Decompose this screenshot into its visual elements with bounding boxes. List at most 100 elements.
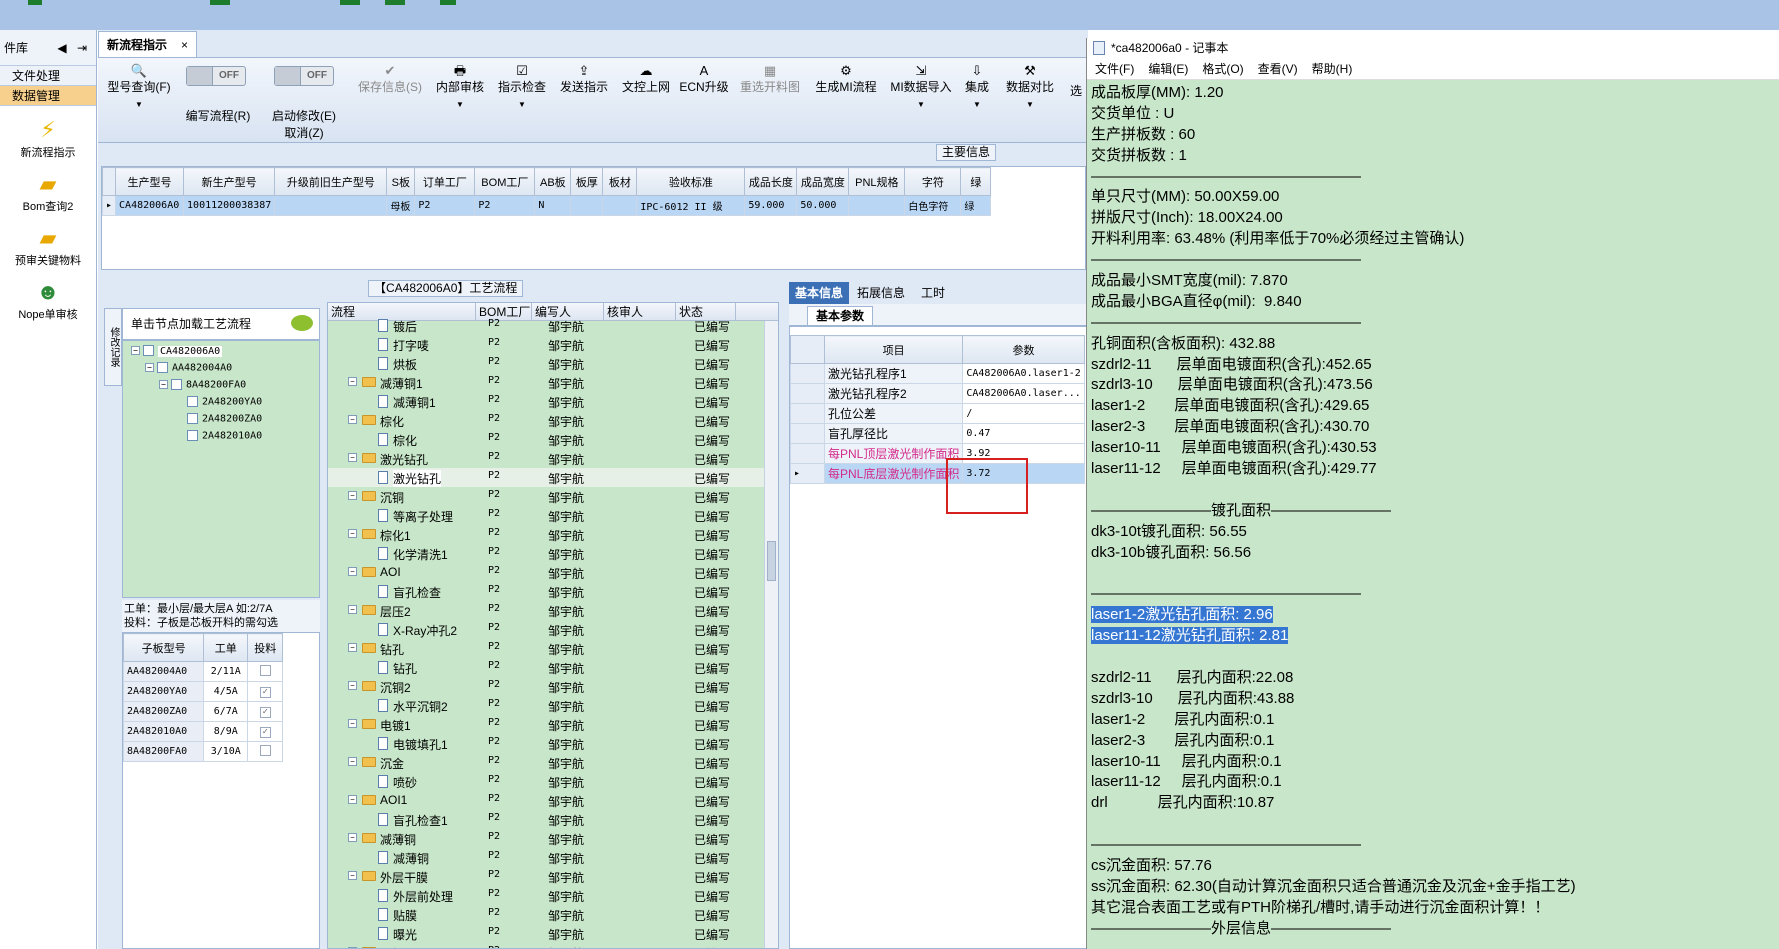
mi-import-button[interactable]: ⇲ MI数据导入 ▼ [888, 62, 954, 113]
param-column-header[interactable]: 项目 [823, 335, 964, 364]
tab-basic-info[interactable]: 基本信息 [789, 282, 850, 304]
flow-row[interactable]: 贴膜 P2 邹宇航 已编写 [328, 905, 778, 924]
param-value[interactable]: 0.47 [962, 423, 1085, 444]
column-header[interactable]: BOM工厂 [474, 167, 536, 196]
tab-work-hours[interactable]: 工时 [913, 282, 953, 304]
flow-row[interactable]: − AOI1 P2 邹宇航 已编写 [328, 791, 778, 810]
nav-new-process[interactable]: ⚡ 新流程指示 [0, 118, 96, 160]
flow-row[interactable]: 曝光 P2 邹宇航 已编写 [328, 924, 778, 943]
collapse-icon[interactable]: − [131, 346, 140, 355]
column-header[interactable]: 订单工厂 [414, 167, 476, 196]
param-row[interactable]: 孔位公差 / [790, 403, 1085, 424]
flow-row[interactable]: − 外层干膜 P2 邹宇航 已编写 [328, 867, 778, 886]
send-instruction-button[interactable]: ⇪ 发送指示 [556, 62, 612, 96]
node-checkbox[interactable] [187, 413, 198, 424]
doc-online-button[interactable]: ☁ 文控上网 [618, 62, 674, 96]
side-tab-change-log[interactable]: 修改记录 [104, 308, 122, 386]
flow-row[interactable]: X-Ray冲孔2 P2 邹宇航 已编写 [328, 620, 778, 639]
collapse-icon[interactable]: − [348, 833, 357, 842]
column-header[interactable]: 绿 [960, 167, 992, 196]
nav-pre-review[interactable]: ▰ 预审关键物料 [0, 226, 96, 268]
feed-checkbox[interactable] [259, 744, 271, 756]
collapse-arrow-icon[interactable]: ◀ [52, 41, 72, 55]
node-checkbox[interactable] [143, 345, 154, 356]
param-row[interactable]: 盲孔厚径比 0.47 [790, 423, 1085, 444]
notepad-menu-item[interactable]: 帮助(H) [1312, 58, 1353, 79]
flow-scrollbar[interactable] [764, 321, 778, 948]
param-column-header[interactable]: 参数 [962, 335, 1085, 364]
flow-row[interactable]: − 减薄铜1 P2 邹宇航 已编写 [328, 373, 778, 392]
sub-model-cell[interactable]: 2A482010A0 [123, 721, 205, 742]
feed-cell[interactable]: ✓ [247, 681, 283, 702]
flow-row[interactable]: − 钻孔 P2 邹宇航 已编写 [328, 639, 778, 658]
table-cell[interactable] [570, 195, 604, 216]
flow-row[interactable]: 减薄铜1 P2 邹宇航 已编写 [328, 392, 778, 411]
param-item[interactable]: 每PNL底层激光制作面积 [823, 463, 964, 484]
flow-row[interactable]: 化学清洗1 P2 邹宇航 已编写 [328, 544, 778, 563]
table-cell[interactable]: 绿 [960, 195, 992, 216]
flow-row[interactable]: − 沉铜 P2 邹宇航 已编写 [328, 487, 778, 506]
flow-row[interactable]: − 沉金 P2 邹宇航 已编写 [328, 753, 778, 772]
flow-row[interactable]: 激光钻孔 P2 邹宇航 已编写 [328, 468, 778, 487]
collapse-icon[interactable]: − [348, 491, 357, 500]
instruction-check-button[interactable]: ☑ 指示检查 ▼ [494, 62, 550, 113]
table-row[interactable]: 2A482010A0 8/9A ✓ [123, 721, 283, 742]
column-header[interactable]: 板材 [602, 167, 638, 196]
param-value[interactable]: / [962, 403, 1085, 424]
column-header[interactable]: S板 [386, 167, 416, 196]
flow-row[interactable]: − 激光钻孔 P2 邹宇航 已编写 [328, 449, 778, 468]
param-item[interactable]: 每PNL顶层激光制作面积 [823, 443, 964, 464]
notepad-menu-item[interactable]: 查看(V) [1258, 58, 1298, 79]
internal-review-button[interactable]: 🖶 内部审核 ▼ [432, 62, 488, 113]
collapse-icon[interactable]: − [348, 719, 357, 728]
feed-checkbox[interactable]: ✓ [259, 726, 271, 738]
menu-file-processing[interactable]: 文件处理 [0, 66, 96, 86]
table-cell[interactable]: 59.000 [744, 195, 798, 216]
start-modify-toggle[interactable]: OFF [274, 66, 334, 86]
feed-checkbox[interactable] [259, 664, 271, 676]
tree-node[interactable]: − CA482006A0 [131, 345, 223, 357]
param-row[interactable]: 激光钻孔程序1 CA482006A0.laser1-2 [790, 363, 1085, 384]
close-icon[interactable]: × [181, 38, 188, 52]
notepad-menu-item[interactable]: 文件(F) [1095, 58, 1134, 79]
order-cell[interactable]: 4/5A [203, 681, 249, 702]
table-cell[interactable] [602, 195, 638, 216]
flow-row[interactable]: 水平沉铜2 P2 邹宇航 已编写 [328, 696, 778, 715]
collapse-icon[interactable]: − [348, 795, 357, 804]
flow-row[interactable]: 电镀填孔1 P2 邹宇航 已编写 [328, 734, 778, 753]
notepad-menu-item[interactable]: 编辑(E) [1148, 58, 1188, 79]
flow-row[interactable]: 盲孔检查1 P2 邹宇航 已编写 [328, 810, 778, 829]
table-cell[interactable]: 母板 [386, 195, 416, 216]
sub-model-cell[interactable]: 2A48200ZA0 [123, 701, 205, 722]
collapse-icon[interactable]: − [348, 567, 357, 576]
collapse-icon[interactable]: − [348, 377, 357, 386]
table-cell[interactable] [848, 195, 906, 216]
tree-node[interactable]: 2A482010A0 [175, 430, 262, 442]
table-cell[interactable]: IPC-6012 II 级 [636, 195, 746, 216]
collapse-icon[interactable]: − [348, 605, 357, 614]
collapse-icon[interactable]: − [348, 757, 357, 766]
flow-row[interactable]: 减薄铜 P2 邹宇航 已编写 [328, 848, 778, 867]
data-compare-button[interactable]: ⚒ 数据对比 ▼ [1002, 62, 1058, 113]
collapse-icon[interactable]: − [348, 415, 357, 424]
table-row[interactable]: 8A48200FA0 3/10A [123, 741, 283, 762]
tab-extended-info[interactable]: 拓展信息 [849, 282, 913, 304]
flow-row[interactable]: 等离子处理 P2 邹宇航 已编写 [328, 506, 778, 525]
tree-node[interactable]: 2A48200ZA0 [175, 413, 262, 425]
table-row[interactable]: AA482004A0 2/11A [123, 661, 283, 682]
flow-row[interactable]: 烘板 P2 邹宇航 已编写 [328, 354, 778, 373]
flow-row[interactable]: 喷砂 P2 邹宇航 已编写 [328, 772, 778, 791]
subtab-basic-params[interactable]: 基本参数 [807, 306, 874, 325]
nav-nope-review[interactable]: ☻ Nope单审核 [0, 280, 96, 322]
tree-node[interactable]: − AA482004A0 [145, 362, 232, 374]
table-cell[interactable]: 10011200038387 [183, 195, 276, 216]
flow-row[interactable]: − 棕化 P2 邹宇航 已编写 [328, 411, 778, 430]
column-header[interactable]: 字符 [904, 167, 962, 196]
flow-row[interactable]: − 层压2 P2 邹宇航 已编写 [328, 601, 778, 620]
column-header[interactable]: 验收标准 [636, 167, 746, 196]
param-value[interactable]: CA482006A0.laser... [962, 383, 1085, 404]
table-cell[interactable]: 白色字符 [904, 195, 962, 216]
param-row[interactable]: ▸ 每PNL底层激光制作面积 3.72 [790, 463, 1085, 484]
flow-row[interactable]: 盲孔检查 P2 邹宇航 已编写 [328, 582, 778, 601]
tree-node[interactable]: 2A48200YA0 [175, 396, 262, 408]
